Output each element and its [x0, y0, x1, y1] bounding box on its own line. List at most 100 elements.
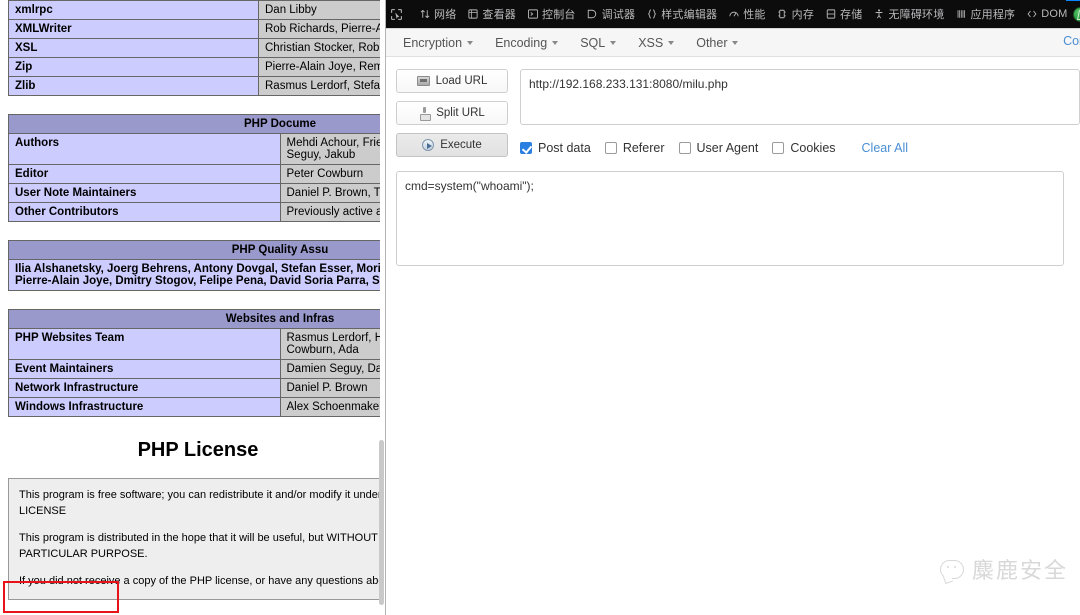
web-people: Alex Schoenmaker — [279, 397, 380, 417]
table-row: Zip Pierre-Alain Joye, Remi Colle — [8, 57, 380, 77]
button-label: Split URL — [436, 107, 485, 119]
extension-name: Zip — [8, 57, 259, 77]
phpinfo-body: xmlrpc Dan Libby XMLWriter Rob Richards,… — [0, 0, 380, 615]
bubble-eyes — [946, 565, 956, 568]
checkbox-box — [604, 142, 617, 154]
extension-name: xmlrpc — [8, 0, 259, 20]
table-row: Ilia Alshanetsky, Joerg Behrens, Antony … — [8, 259, 380, 291]
table-row: Authors Mehdi Achour, Friedhelm Bet Rich… — [8, 133, 380, 165]
menu-xss[interactable]: XSS — [629, 34, 683, 52]
php-documentation-table: PHP Docume Authors Mehdi Achour, Friedhe… — [8, 114, 380, 222]
checkbox-label: Referer — [622, 141, 665, 155]
chevron-down-icon — [732, 40, 739, 45]
tab-label: 无障碍环境 — [888, 9, 945, 21]
tab-accessibility[interactable]: 无障碍环境 — [867, 0, 949, 28]
web-people: Damien Seguy, Daniel P. Brow — [279, 359, 380, 379]
menu-encoding[interactable]: Encoding — [486, 34, 567, 52]
checkbox-cookies[interactable]: Cookies — [772, 141, 836, 155]
inspector-icon — [466, 8, 479, 21]
table-row: xmlrpc Dan Libby — [8, 0, 380, 20]
checkbox-user-agent[interactable]: User Agent — [678, 141, 758, 155]
convert-link[interactable]: Con — [1063, 34, 1080, 48]
extension-authors: Christian Stocker, Rob Richar — [258, 38, 380, 58]
devtools-toolbar-right — [1065, 0, 1080, 22]
tab-storage[interactable]: 存储 — [819, 0, 867, 28]
table-row: PHP Websites Team Rasmus Lerdorf, Hannes… — [8, 328, 380, 360]
memory-icon — [776, 8, 789, 21]
tab-label: 控制台 — [542, 9, 576, 21]
tab-network[interactable]: 网络 — [413, 0, 461, 28]
checkbox-post-data[interactable]: Post data — [520, 141, 591, 155]
watermark-text: 麋鹿安全 — [971, 558, 1068, 583]
post-data-input[interactable] — [396, 171, 1064, 266]
accessibility-icon — [872, 8, 885, 21]
tab-dom[interactable]: DOM — [1020, 0, 1072, 28]
tab-label: DOM — [1041, 8, 1068, 20]
table-row: User Note Maintainers Daniel P. Brown, T… — [8, 183, 380, 203]
qa-members: Ilia Alshanetsky, Joerg Behrens, Antony … — [8, 259, 380, 291]
tab-performance[interactable]: 性能 — [722, 0, 770, 28]
checkbox-referer[interactable]: Referer — [604, 141, 665, 155]
tab-debugger[interactable]: 调试器 — [581, 0, 641, 28]
doc-role: Editor — [8, 164, 281, 184]
chevron-down-icon — [467, 40, 474, 45]
menu-other[interactable]: Other — [687, 34, 747, 52]
tab-application[interactable]: 应用程序 — [949, 0, 1020, 28]
doc-role: Authors — [8, 133, 281, 165]
web-role: PHP Websites Team — [8, 328, 281, 360]
doc-role: Other Contributors — [8, 202, 281, 222]
doc-people: Peter Cowburn — [279, 164, 380, 184]
split-url-button[interactable]: Split URL — [396, 101, 508, 125]
menu-label: Encryption — [403, 35, 463, 50]
tab-memory[interactable]: 内存 — [771, 0, 819, 28]
page-scroll-area[interactable]: xmlrpc Dan Libby XMLWriter Rob Richards,… — [0, 0, 380, 615]
chevron-down-icon — [610, 40, 617, 45]
speech-bubble-icon — [939, 559, 964, 579]
table-row: Zlib Rasmus Lerdorf, Stefan Roeh — [8, 76, 380, 96]
menu-sql[interactable]: SQL — [571, 34, 625, 52]
license-text-box: This program is free software; you can r… — [8, 478, 380, 600]
menu-label: SQL — [580, 35, 606, 50]
menu-label: XSS — [638, 35, 664, 50]
tab-inspector[interactable]: 查看器 — [461, 0, 521, 28]
section-header: PHP Docume — [8, 114, 380, 134]
devtools-pane: 网络 查看器 控制台 调试器 样式编辑器 性能 内存 存储 无障碍环境 应用程序… — [386, 0, 1080, 615]
checkbox-box — [520, 142, 532, 154]
websites-infrastructure-table: Websites and Infras PHP Websites Team Ra… — [8, 309, 380, 417]
hackbar-options-row: Post data Referer User Agent Cookies Cle… — [520, 141, 1080, 155]
table-header-row: PHP Docume — [8, 114, 380, 134]
clear-all-link[interactable]: Clear All — [862, 141, 909, 155]
active-tab-indicator — [1065, 0, 1080, 1]
tab-console[interactable]: 控制台 — [521, 0, 581, 28]
web-people: Rasmus Lerdorf, Hannes Mag Nielsen, Pete… — [279, 328, 380, 360]
load-url-icon — [416, 76, 430, 86]
table-header-row: PHP Quality Assu — [8, 240, 380, 260]
hackbar-panel: Encryption Encoding SQL XSS Other Co Loa… — [386, 28, 1080, 615]
page-vertical-scrollbar[interactable] — [379, 0, 384, 615]
license-paragraph: This program is distributed in the hope … — [19, 531, 380, 560]
debugger-icon — [586, 8, 599, 21]
doc-people: Previously active authors, edi — [279, 202, 380, 222]
devtools-toolbar: 网络 查看器 控制台 调试器 样式编辑器 性能 内存 存储 无障碍环境 应用程序… — [386, 0, 1080, 28]
table-header-row: Websites and Infras — [8, 309, 380, 329]
scrollbar-thumb[interactable] — [379, 440, 384, 605]
dom-icon — [1025, 8, 1038, 21]
load-url-button[interactable]: Load URL — [396, 69, 508, 93]
menu-encryption[interactable]: Encryption — [394, 34, 482, 52]
tab-style-editor[interactable]: 样式编辑器 — [640, 0, 722, 28]
table-row: Other Contributors Previously active aut… — [8, 202, 380, 222]
tab-label: 调试器 — [601, 9, 636, 21]
web-role: Event Maintainers — [8, 359, 281, 379]
hackbar-main: Load URL Split URL Execute http://192.16… — [386, 57, 1080, 157]
url-input[interactable] — [520, 69, 1080, 125]
performance-icon — [727, 8, 740, 21]
hackbar-green-icon[interactable] — [1072, 6, 1080, 22]
license-paragraph: If you did not receive a copy of the PHP… — [19, 574, 380, 587]
element-picker-icon[interactable] — [390, 3, 403, 25]
chevron-down-icon — [552, 40, 559, 45]
execute-button[interactable]: Execute — [396, 133, 508, 157]
network-icon — [418, 8, 431, 21]
doc-role: User Note Maintainers — [8, 183, 281, 203]
chevron-down-icon — [668, 40, 675, 45]
checkbox-box — [678, 142, 691, 154]
